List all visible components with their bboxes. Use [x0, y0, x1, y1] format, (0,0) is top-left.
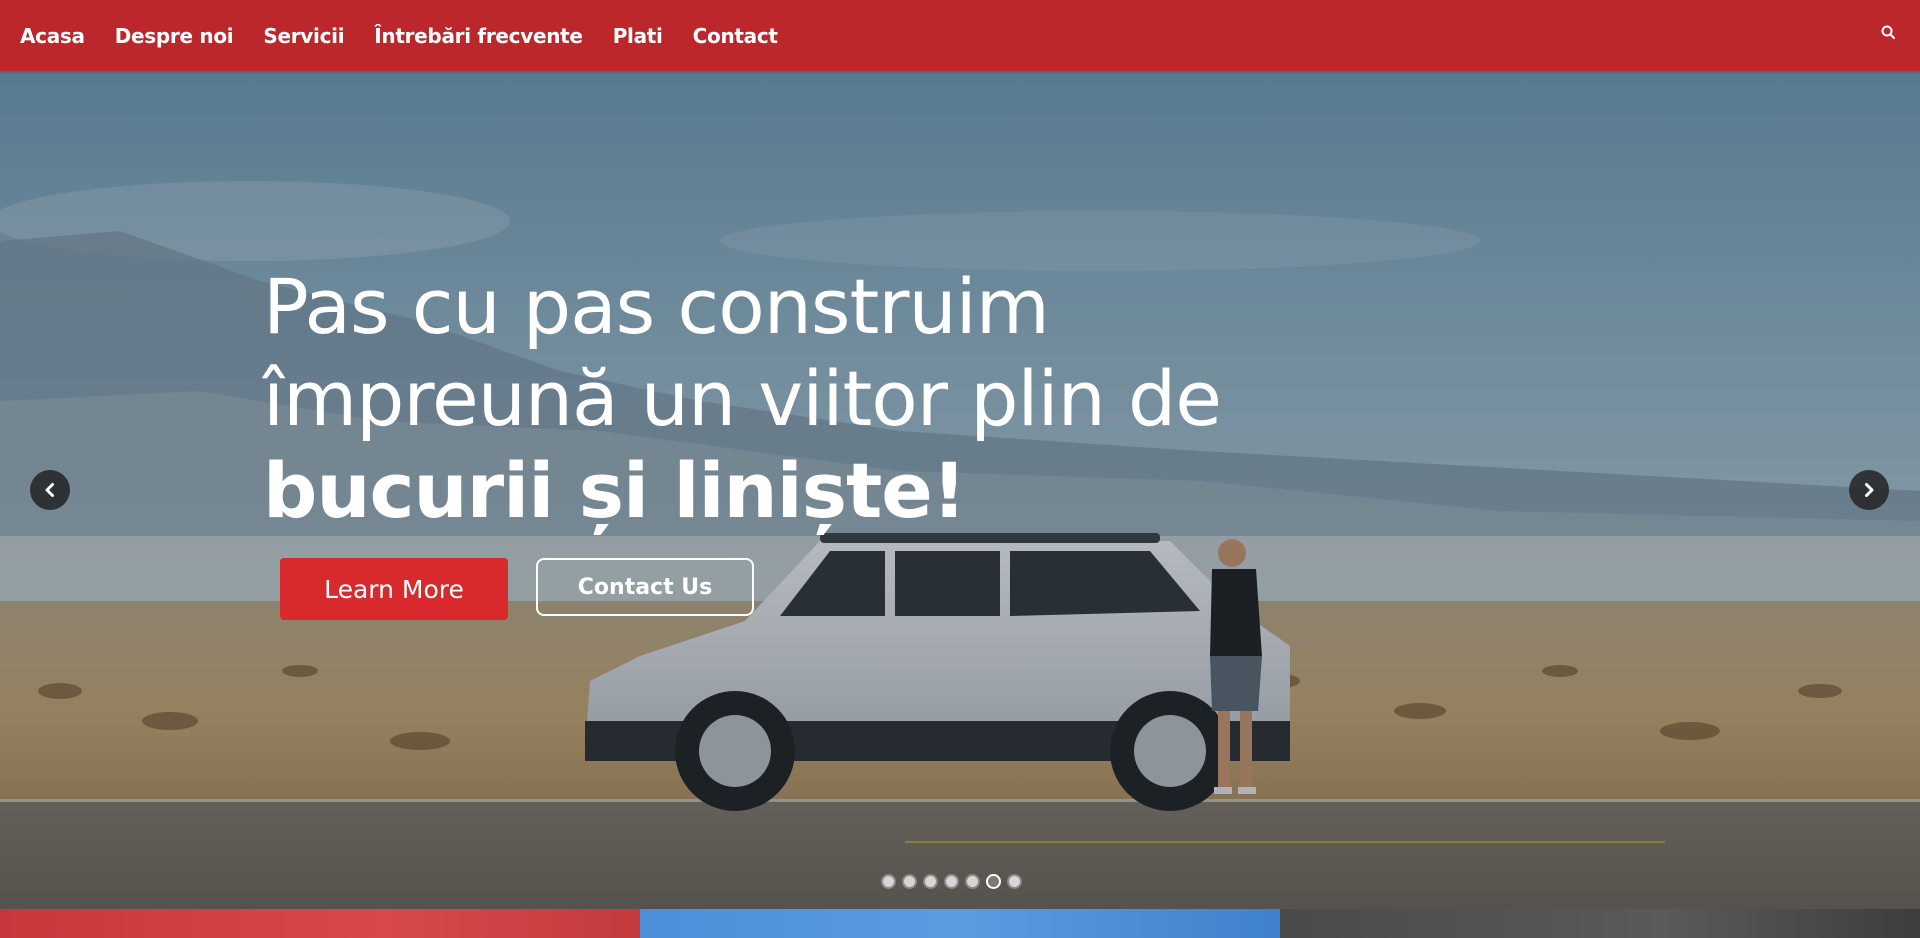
contact-us-button[interactable]: Contact Us	[536, 558, 754, 616]
slider-next-button[interactable]	[1849, 470, 1889, 510]
hero-slider: Pas cu pas construim împreună un viitor …	[0, 71, 1920, 909]
main-menu: Acasa Despre noi Servicii Întrebări frec…	[20, 0, 808, 71]
search-button[interactable]	[1880, 24, 1900, 44]
slider-dot-5[interactable]	[965, 874, 980, 889]
slider-dot-2[interactable]	[902, 874, 917, 889]
nav-item-despre-noi[interactable]: Despre noi	[115, 24, 234, 48]
nav-item-contact[interactable]: Contact	[693, 24, 778, 48]
slider-dot-7[interactable]	[1007, 874, 1022, 889]
hero-headline: Pas cu pas construim împreună un viitor …	[263, 261, 1223, 537]
headline-line-2: împreună un viitor plin de	[263, 354, 1222, 443]
headline-line-1: Pas cu pas construim	[263, 262, 1050, 351]
headline-line-3: bucurii și liniște!	[263, 446, 966, 535]
slider-pagination	[881, 874, 1022, 889]
service-panel-3[interactable]	[1280, 909, 1920, 938]
slider-dot-3[interactable]	[923, 874, 938, 889]
slider-prev-button[interactable]	[30, 470, 70, 510]
top-navigation-bar: Acasa Despre noi Servicii Întrebări frec…	[0, 0, 1920, 71]
chevron-right-icon	[1865, 483, 1874, 497]
service-panel-2[interactable]	[640, 909, 1280, 938]
nav-item-intrebari-frecvente[interactable]: Întrebări frecvente	[374, 24, 583, 48]
slider-dot-6[interactable]	[986, 874, 1001, 889]
slider-dot-4[interactable]	[944, 874, 959, 889]
chevron-left-icon	[45, 483, 54, 497]
nav-item-acasa[interactable]: Acasa	[20, 24, 85, 48]
nav-item-plati[interactable]: Plati	[613, 24, 663, 48]
search-icon	[1881, 25, 1896, 40]
services-panels-strip	[0, 909, 1920, 938]
learn-more-button[interactable]: Learn More	[280, 558, 508, 620]
service-panel-1[interactable]	[0, 909, 640, 938]
nav-item-servicii[interactable]: Servicii	[263, 24, 344, 48]
slider-dot-1[interactable]	[881, 874, 896, 889]
